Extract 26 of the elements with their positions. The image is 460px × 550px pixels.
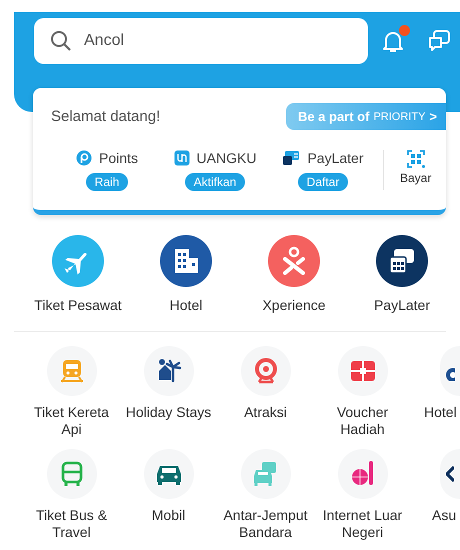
wallet-name: Points bbox=[99, 150, 138, 166]
pay-button[interactable]: Bayar bbox=[400, 150, 432, 185]
chat-icon[interactable] bbox=[426, 28, 452, 54]
service-button[interactable]: Asu bbox=[411, 449, 460, 549]
qr-icon bbox=[406, 150, 425, 168]
wallet-name: UANGKU bbox=[196, 150, 256, 166]
service-button[interactable]: Mobil bbox=[120, 449, 217, 549]
coin-icon bbox=[76, 150, 92, 166]
wallet-name: PayLater bbox=[307, 150, 364, 166]
service-button[interactable]: Tiket Bus & Travel bbox=[23, 449, 120, 549]
search-icon bbox=[50, 30, 72, 52]
service-button[interactable]: Tiket Kereta Api bbox=[23, 346, 120, 446]
product-button[interactable]: PayLater bbox=[348, 235, 456, 313]
service-button[interactable]: Holiday Stays bbox=[120, 346, 217, 446]
service-button[interactable]: Antar-Jemput Bandara bbox=[217, 449, 314, 549]
card-icon bbox=[282, 150, 300, 166]
service-button[interactable]: Hotel bbox=[411, 346, 460, 446]
product-button[interactable]: Xperience bbox=[240, 235, 348, 313]
wallet-icon bbox=[174, 150, 190, 166]
search-input[interactable]: Ancol bbox=[34, 18, 368, 64]
service-button[interactable]: Internet Luar Negeri bbox=[314, 449, 411, 549]
service-button[interactable]: Voucher Hadiah bbox=[314, 346, 411, 446]
service-button[interactable]: Atraksi bbox=[217, 346, 314, 446]
product-button[interactable]: Tiket Pesawat bbox=[24, 235, 132, 313]
product-button[interactable]: Hotel bbox=[132, 235, 240, 313]
greeting-text: Selamat datang! bbox=[50, 108, 160, 125]
